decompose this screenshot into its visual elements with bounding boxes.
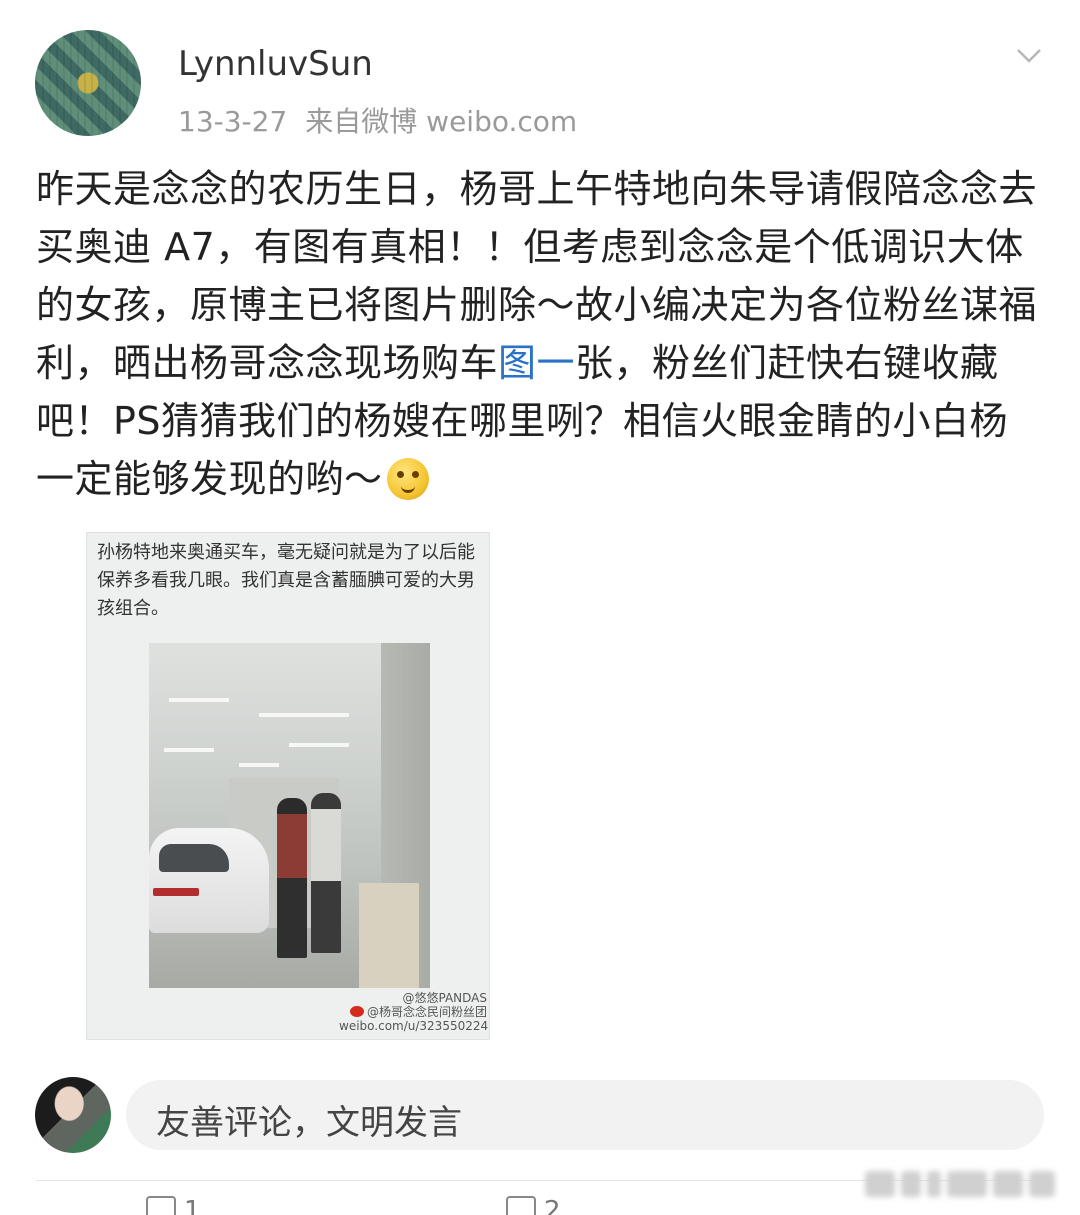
post-meta: 13-3-27 来自微博 weibo.com [178,100,577,140]
repost-icon [146,1196,176,1215]
blurred-watermark [862,1165,1072,1205]
watermark-line3: weibo.com/u/3235502242 [339,1019,490,1033]
image-watermark: @悠悠PANDAS @杨哥念念民间粉丝团 weibo.com/u/3235502… [339,991,490,1033]
repost-count: 1 [184,1196,201,1215]
chevron-down-icon[interactable] [1016,42,1042,68]
image-link[interactable]: 图一 [498,341,575,385]
comment-placeholder: 友善评论，文明发言 [156,1103,462,1143]
comment-count: 2 [544,1196,561,1215]
comment-button[interactable]: 2 [506,1196,561,1215]
user-avatar[interactable] [35,30,141,136]
post-date: 13-3-27 [178,105,288,138]
watermark-line2: @杨哥念念民间粉丝团 [366,1005,487,1019]
image-caption: 孙杨特地来奥通买车，毫无疑问就是为了以后能保养多看我几眼。我们真是含蓄腼腆可爱的… [97,542,475,619]
post-image[interactable]: 孙杨特地来奥通买车，毫无疑问就是为了以后能保养多看我几眼。我们真是含蓄腼腆可爱的… [86,532,490,1040]
weibo-logo-icon [349,1006,364,1017]
comment-icon [506,1196,536,1215]
comment-input[interactable]: 友善评论，文明发言 [126,1080,1044,1150]
car-showroom-photo [149,643,430,988]
my-avatar[interactable] [35,1077,111,1153]
username[interactable]: LynnluvSun [178,44,373,84]
post-text: 昨天是念念的农历生日，杨哥上午特地向朱导请假陪念念去买奥迪 A7，有图有真相！！… [36,160,1044,508]
watermark-line1: @悠悠PANDAS [402,991,487,1005]
thinking-emoji-icon [386,458,429,500]
post-source: 来自微博 weibo.com [305,105,578,138]
repost-button[interactable]: 1 [146,1196,201,1215]
